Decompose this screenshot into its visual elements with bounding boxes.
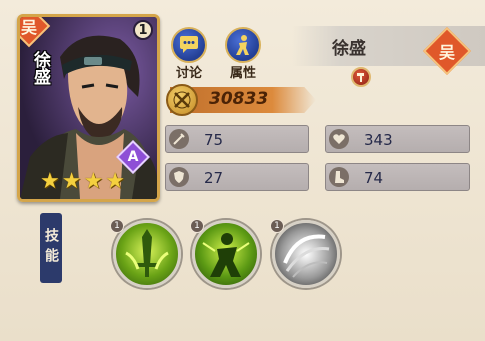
skill-1-level: 1 bbox=[110, 219, 124, 233]
star-icon: ★ bbox=[40, 169, 60, 194]
heart-icon bbox=[329, 129, 349, 149]
hero-card[interactable]: 吴 1 徐盛 A ★ ★ ★ ★ bbox=[17, 14, 160, 202]
crossed-swords-icon bbox=[166, 84, 198, 116]
attack-value: 75 bbox=[204, 131, 224, 149]
card-hero-name: 徐盛 bbox=[30, 51, 50, 85]
hp-value: 343 bbox=[364, 131, 393, 149]
sword-icon bbox=[169, 129, 189, 149]
green-figure-skill-icon bbox=[202, 233, 250, 277]
skill-1[interactable] bbox=[113, 220, 181, 288]
hero-info-panel: 吴 1 徐盛 A ★ ★ ★ ★ 讨论 属性 徐盛 吴 30833 75 343… bbox=[0, 0, 485, 341]
defense-stat: 27 bbox=[165, 163, 309, 191]
boot-icon bbox=[329, 167, 349, 187]
chat-bubble-icon bbox=[180, 36, 198, 53]
hammer-icon bbox=[351, 67, 371, 87]
attributes-label: 属性 bbox=[229, 66, 256, 81]
speed-stat: 74 bbox=[325, 163, 470, 191]
speed-value: 74 bbox=[364, 169, 384, 187]
discuss-button[interactable] bbox=[171, 27, 207, 63]
white-swirl-skill-icon bbox=[283, 234, 330, 278]
skill-3-level: 1 bbox=[270, 219, 284, 233]
attributes-button[interactable] bbox=[225, 27, 261, 63]
skill-2-level: 1 bbox=[190, 219, 204, 233]
hero-stars: ★ ★ ★ ★ bbox=[40, 171, 125, 193]
hero-name: 徐盛 bbox=[332, 39, 366, 59]
skills-label: 技能 bbox=[40, 213, 62, 283]
attack-stat: 75 bbox=[165, 125, 309, 153]
figure-icon bbox=[236, 35, 249, 55]
shield-icon bbox=[169, 167, 189, 187]
star-icon: ★ bbox=[105, 169, 125, 194]
star-icon: ★ bbox=[61, 169, 82, 194]
green-sword-skill-icon bbox=[125, 229, 169, 277]
hp-stat: 343 bbox=[325, 125, 470, 153]
defense-value: 27 bbox=[204, 169, 224, 187]
hero-level-badge: 1 bbox=[133, 20, 153, 40]
discuss-label: 讨论 bbox=[175, 66, 202, 81]
star-icon: ★ bbox=[83, 169, 104, 194]
power-value: 30833 bbox=[209, 89, 269, 109]
